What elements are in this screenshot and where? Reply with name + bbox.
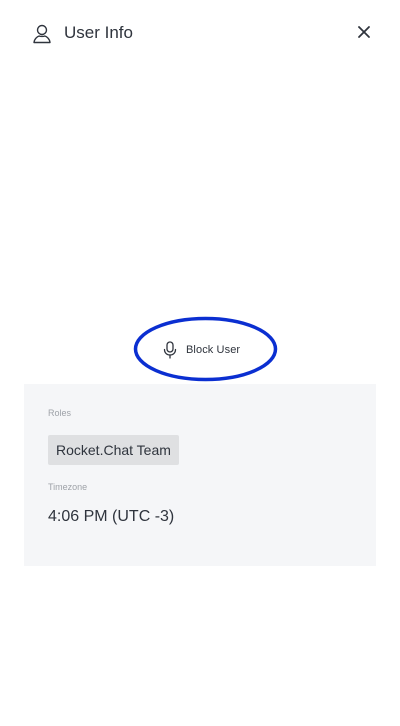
timezone-value: 4:06 PM (UTC -3): [48, 508, 175, 525]
user-info-panel: Roles Rocket.Chat Team Timezone 4:06 PM …: [24, 384, 376, 566]
close-button[interactable]: [352, 22, 376, 46]
user-icon: [31, 23, 53, 45]
microphone-icon: [162, 341, 178, 359]
role-tag: Rocket.Chat Team: [48, 435, 179, 465]
block-user-label: Block User: [186, 344, 241, 356]
roles-label: Roles: [48, 408, 72, 418]
contextual-bar-header: User Info: [0, 0, 400, 66]
block-user-button[interactable]: Block User: [156, 336, 256, 364]
close-icon: [357, 25, 371, 44]
timezone-label: Timezone: [48, 482, 88, 492]
header-title: User Info: [64, 23, 133, 42]
